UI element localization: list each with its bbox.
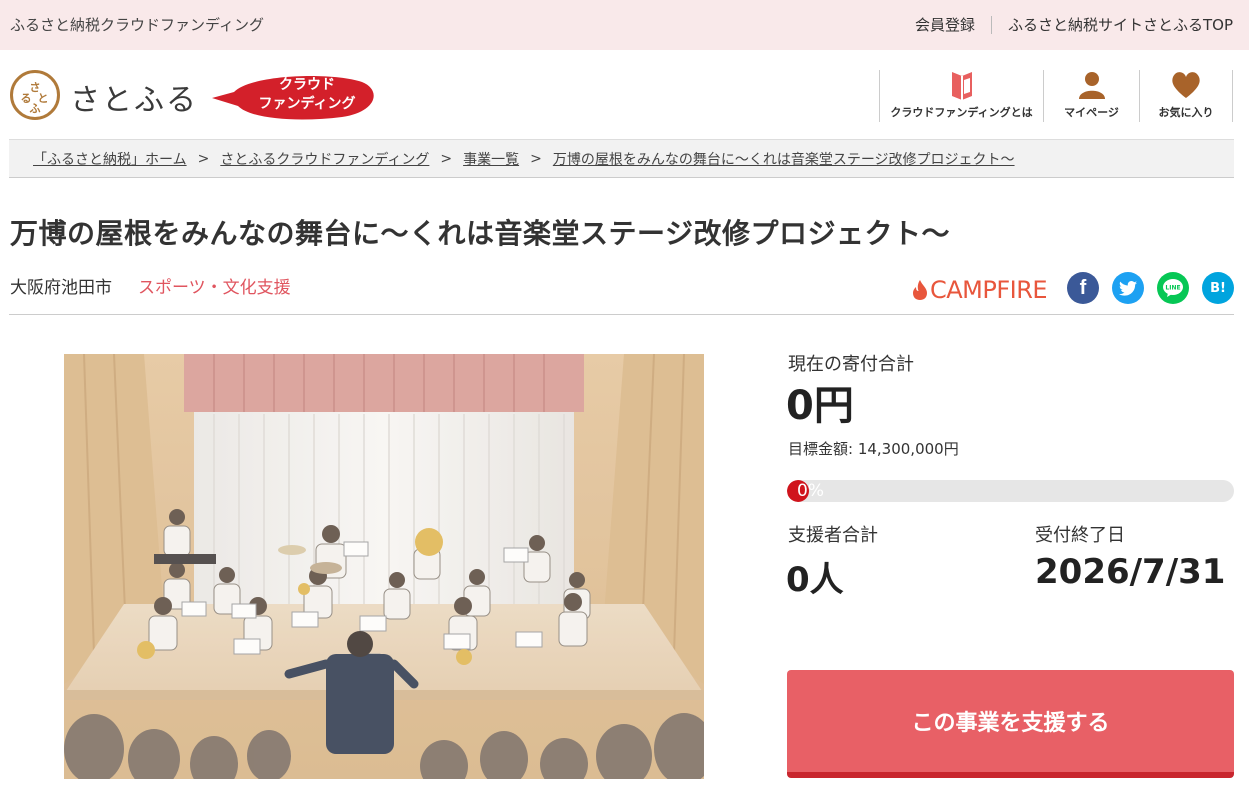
register-link[interactable]: 会員登録 — [915, 14, 975, 35]
logo-text[interactable]: さとふる — [70, 75, 198, 119]
line-glyph: LINE — [1165, 285, 1180, 292]
nav-label: クラウドファンディングとは — [890, 106, 1033, 119]
breadcrumb-separator: > — [440, 150, 453, 167]
breadcrumb-project-list[interactable]: 事業一覧 — [463, 149, 519, 169]
satofull-top-link[interactable]: ふるさと納税サイトさとふるTOP — [1008, 14, 1233, 35]
goal-amount: 目標金額: 14,300,000円 — [788, 440, 959, 458]
project-hero-image — [64, 354, 704, 779]
facebook-glyph: f — [1079, 276, 1087, 299]
site-header: さ る と ふ さとふる クラウド ファンディング クラウドファンディングとは — [0, 50, 1249, 138]
breadcrumb-separator: > — [197, 150, 210, 167]
line-share-icon[interactable]: LINE — [1157, 272, 1189, 304]
nav-label: マイページ — [1064, 106, 1119, 119]
twitter-share-icon[interactable] — [1112, 272, 1144, 304]
crowdfunding-badge[interactable]: クラウド ファンディング — [212, 70, 374, 120]
deadline-label: 受付終了日 — [1035, 525, 1125, 546]
header-nav: クラウドファンディングとは マイページ お気に入り — [879, 70, 1233, 122]
nav-favorites[interactable]: お気に入り — [1139, 70, 1233, 122]
site-name: ふるさと納税クラウドファンディング — [10, 16, 264, 34]
support-project-button[interactable]: この事業を支援する — [787, 670, 1234, 778]
badge-line1: クラウド — [279, 77, 335, 93]
book-icon — [951, 70, 973, 100]
flame-icon — [913, 280, 927, 300]
top-bar: ふるさと納税クラウドファンディング 会員登録 ふるさと納税サイトさとふるTOP — [0, 0, 1249, 50]
campfire-text: CAMPFIRE — [930, 276, 1048, 304]
breadcrumb-separator: > — [530, 150, 542, 167]
link-divider — [990, 15, 992, 34]
supporters-label: 支援者合計 — [788, 525, 878, 546]
page-title: 万博の屋根をみんなの舞台に～くれは音楽堂ステージ改修プロジェクト～ — [10, 217, 950, 250]
total-donation-value: 0円 — [786, 383, 854, 429]
campfire-logo[interactable]: CAMPFIRE — [912, 276, 1048, 304]
facebook-share-icon[interactable]: f — [1067, 272, 1099, 304]
breadcrumb-current[interactable]: 万博の屋根をみんなの舞台に～くれは音楽堂ステージ改修プロジェクト～ — [553, 149, 1015, 169]
hatena-glyph: B! — [1210, 280, 1226, 296]
hatena-bookmark-icon[interactable]: B! — [1202, 272, 1234, 304]
progress-text: 0% — [797, 481, 824, 501]
user-icon — [1077, 70, 1107, 100]
title-divider — [9, 314, 1234, 315]
breadcrumb: 「ふるさと納税」ホーム > さとふるクラウドファンディング > 事業一覧 > 万… — [9, 139, 1234, 178]
nav-about-crowdfunding[interactable]: クラウドファンディングとは — [879, 70, 1043, 122]
nav-label: お気に入り — [1158, 106, 1214, 119]
top-links: 会員登録 ふるさと納税サイトさとふるTOP — [915, 14, 1233, 35]
progress-bar: 0% — [787, 480, 1234, 502]
nav-mypage[interactable]: マイページ — [1043, 70, 1139, 122]
badge-line2: ファンディング — [258, 96, 356, 112]
project-city: 大阪府池田市 — [10, 278, 112, 298]
satofull-logo-icon[interactable]: さ る と ふ — [10, 70, 60, 120]
project-category[interactable]: スポーツ・文化支援 — [138, 273, 291, 298]
svg-text:ふ: ふ — [30, 102, 41, 115]
breadcrumb-crowdfunding[interactable]: さとふるクラウドファンディング — [220, 149, 429, 169]
breadcrumb-home[interactable]: 「ふるさと納税」ホーム — [33, 149, 187, 169]
deadline-value: 2026/7/31 — [1035, 552, 1226, 592]
heart-icon — [1171, 70, 1201, 100]
supporters-value: 0人 — [786, 560, 844, 600]
